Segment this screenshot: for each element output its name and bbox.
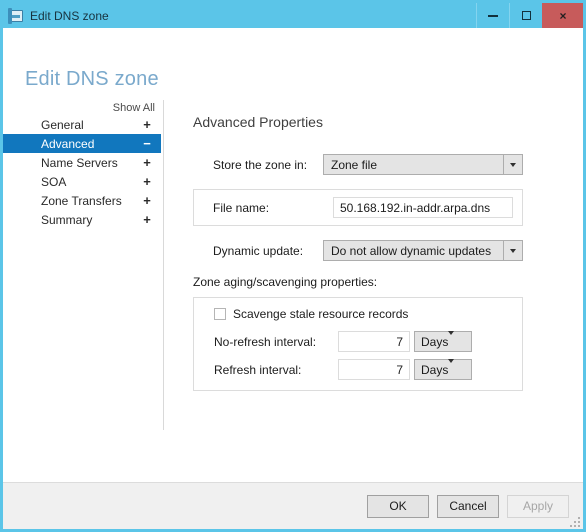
chevron-down-icon[interactable] [503, 241, 522, 260]
refresh-interval-value: 7 [396, 362, 403, 377]
refresh-interval-input[interactable]: 7 [338, 359, 410, 380]
dialog-footer: OK Cancel Apply [3, 482, 583, 529]
dialog-window: Edit DNS zone × Edit DNS zone Show All G… [0, 0, 586, 532]
no-refresh-unit-select[interactable]: Days [414, 330, 472, 352]
main-panel: Advanced Properties Store the zone in: Z… [193, 114, 523, 391]
sidebar-divider [163, 100, 164, 430]
page-title: Edit DNS zone [25, 68, 159, 90]
close-glyph: × [559, 8, 567, 23]
scavenge-checkbox[interactable] [214, 308, 226, 320]
dns-zone-icon [8, 7, 24, 24]
window-controls: × [476, 3, 583, 28]
refresh-unit-value: Days [421, 362, 449, 377]
section-title: Advanced Properties [193, 114, 323, 130]
collapse-minus-icon: − [143, 136, 151, 151]
chevron-down-icon[interactable] [448, 330, 455, 349]
file-name-row: File name: 50.168.192.in-addr.arpa.dns [203, 197, 513, 218]
expand-plus-icon: + [143, 193, 151, 208]
ok-button[interactable]: OK [367, 494, 429, 518]
refresh-interval-row: Refresh interval: 7 Days [204, 358, 512, 380]
dynamic-update-value: Do not allow dynamic updates [331, 243, 492, 258]
sidebar: Show All General + Advanced − Name Serve… [3, 100, 161, 229]
no-refresh-interval-input[interactable]: 7 [338, 331, 410, 352]
no-refresh-interval-value: 7 [396, 334, 403, 349]
show-all-link[interactable]: Show All [113, 102, 155, 114]
refresh-interval-label: Refresh interval: [214, 362, 302, 377]
scavenge-checkbox-label: Scavenge stale resource records [233, 307, 409, 321]
sidebar-item-zone-transfers[interactable]: Zone Transfers + [25, 191, 161, 210]
show-all-row: Show All [25, 100, 161, 115]
close-icon[interactable]: × [542, 3, 583, 28]
dialog-content: Edit DNS zone Show All General + Advance… [3, 28, 583, 482]
file-name-label: File name: [213, 200, 270, 215]
sidebar-item-label: SOA [41, 174, 67, 189]
expand-plus-icon: + [143, 155, 151, 170]
no-refresh-unit-value: Days [421, 334, 449, 349]
minimize-icon[interactable] [476, 3, 509, 28]
sidebar-item-label: Summary [41, 212, 93, 227]
file-name-group: File name: 50.168.192.in-addr.arpa.dns [193, 189, 523, 226]
no-refresh-interval-row: No-refresh interval: 7 Days [204, 330, 512, 352]
sidebar-item-label: Zone Transfers [41, 193, 122, 208]
maximize-icon[interactable] [509, 3, 542, 28]
store-zone-value: Zone file [331, 157, 378, 172]
expand-plus-icon: + [143, 174, 151, 189]
refresh-unit-select[interactable]: Days [414, 358, 472, 380]
sidebar-item-soa[interactable]: SOA + [25, 172, 161, 191]
dynamic-update-label: Dynamic update: [213, 243, 304, 258]
expand-plus-icon: + [143, 117, 151, 132]
sidebar-item-advanced[interactable]: Advanced − [3, 134, 161, 153]
resize-grip-icon[interactable] [569, 516, 580, 527]
aging-group: Scavenge stale resource records No-refre… [193, 297, 523, 391]
chevron-down-icon[interactable] [448, 358, 455, 377]
no-refresh-interval-label: No-refresh interval: [214, 334, 317, 349]
file-name-input[interactable]: 50.168.192.in-addr.arpa.dns [333, 197, 513, 218]
apply-button: Apply [507, 494, 569, 518]
title-bar-left: Edit DNS zone [3, 3, 476, 28]
aging-section-label: Zone aging/scavenging properties: [193, 275, 378, 289]
cancel-button[interactable]: Cancel [437, 494, 499, 518]
dynamic-update-row: Dynamic update: Do not allow dynamic upd… [193, 240, 523, 261]
sidebar-item-summary[interactable]: Summary + [25, 210, 161, 229]
sidebar-item-label: Advanced [41, 136, 95, 151]
sidebar-item-label: General [41, 117, 84, 132]
dynamic-update-select[interactable]: Do not allow dynamic updates [323, 240, 523, 261]
expand-plus-icon: + [143, 212, 151, 227]
sidebar-item-label: Name Servers [41, 155, 118, 170]
window-title: Edit DNS zone [30, 8, 109, 23]
store-zone-select[interactable]: Zone file [323, 154, 523, 175]
chevron-down-icon[interactable] [503, 155, 522, 174]
store-zone-row: Store the zone in: Zone file [193, 154, 523, 175]
scavenge-checkbox-row[interactable]: Scavenge stale resource records [204, 307, 512, 321]
sidebar-item-name-servers[interactable]: Name Servers + [25, 153, 161, 172]
store-zone-label: Store the zone in: [213, 157, 308, 172]
title-bar: Edit DNS zone × [3, 3, 583, 28]
file-name-value: 50.168.192.in-addr.arpa.dns [340, 200, 491, 215]
sidebar-item-general[interactable]: General + [25, 115, 161, 134]
